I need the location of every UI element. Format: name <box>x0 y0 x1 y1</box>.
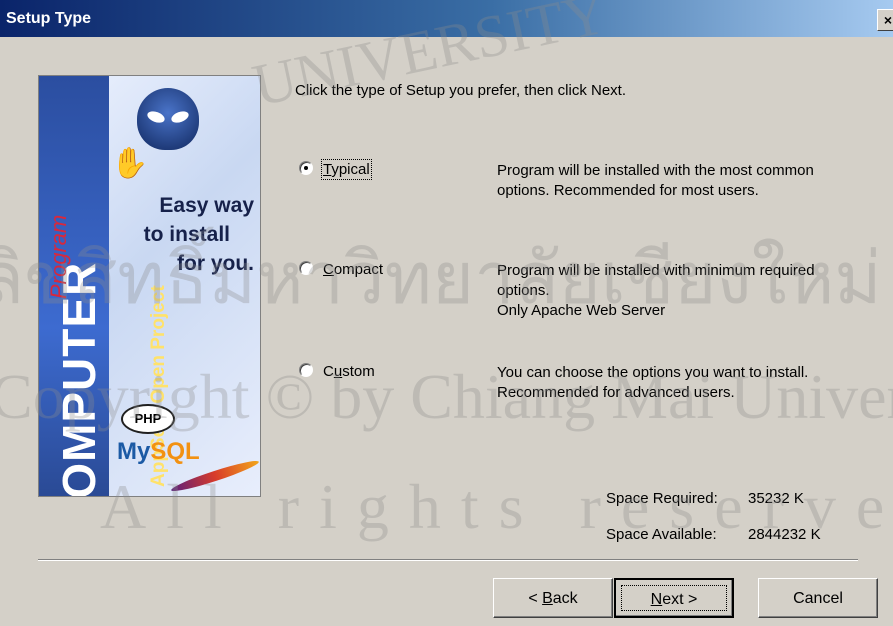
window-title: Setup Type <box>6 10 92 27</box>
instruction-text: Click the type of Setup you prefer, then… <box>295 82 626 99</box>
next-button[interactable]: Next > <box>614 578 734 618</box>
radio-custom-label[interactable]: Custom <box>323 363 375 380</box>
banner-slogan-2: to install <box>143 223 230 246</box>
radio-typical-label[interactable]: Typical <box>321 159 372 180</box>
custom-description: You can choose the options you want to i… <box>497 364 809 401</box>
space-available: Space Available: 2844232 K <box>606 526 821 543</box>
radio-custom[interactable]: Custom <box>299 363 375 380</box>
close-icon[interactable]: × <box>877 9 893 31</box>
space-required: Space Required: 35232 K <box>606 490 804 507</box>
typical-description: Program will be installed with the most … <box>497 162 814 199</box>
compact-description: Program will be installed with minimum r… <box>497 262 815 319</box>
setup-banner-image: COMPUTER AppServ Open Project Program ✋ … <box>38 75 261 497</box>
button-separator <box>38 559 858 561</box>
banner-slogan-1: Easy way <box>159 194 254 217</box>
banner-slogan-3: for you. <box>177 252 254 275</box>
back-button[interactable]: < Back <box>493 578 613 618</box>
alien-head-icon <box>137 88 199 150</box>
title-bar: Setup Type × <box>0 0 893 37</box>
hand-icon: ✋ <box>111 147 149 180</box>
radio-custom-indicator[interactable] <box>299 363 313 378</box>
radio-typical[interactable]: Typical <box>299 159 372 180</box>
banner-script-word: Program <box>46 214 71 299</box>
radio-compact[interactable]: Compact <box>299 261 383 278</box>
radio-compact-indicator[interactable] <box>299 261 313 276</box>
mysql-logo: MySQL <box>117 438 200 465</box>
php-logo: PHP <box>121 404 175 434</box>
radio-typical-indicator[interactable] <box>299 161 313 176</box>
cancel-button[interactable]: Cancel <box>758 578 878 618</box>
radio-compact-label[interactable]: Compact <box>323 261 383 278</box>
